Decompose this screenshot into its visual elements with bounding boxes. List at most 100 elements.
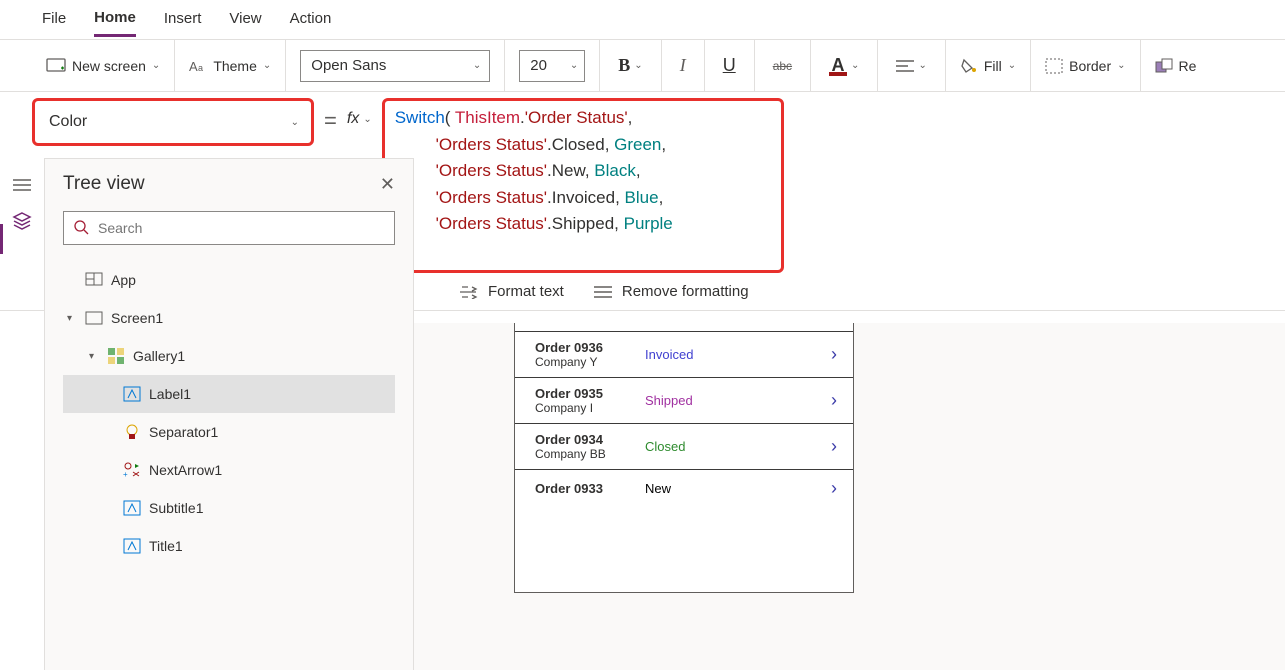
rail-indicator	[0, 224, 3, 254]
tree-label: Title1	[149, 538, 183, 554]
screen-icon	[85, 309, 103, 327]
border-label: Border	[1069, 58, 1111, 74]
tree-item-title1[interactable]: Title1	[63, 527, 395, 565]
tree-item-label1[interactable]: Label1	[63, 375, 395, 413]
tree-label: Separator1	[149, 424, 218, 440]
chevron-right-icon[interactable]: ›	[831, 478, 837, 499]
close-icon[interactable]: ✕	[380, 174, 395, 195]
font-size-value: 20	[530, 57, 547, 74]
order-title: Order 0934	[535, 432, 645, 447]
order-title: Order 0935	[535, 386, 645, 401]
align-button[interactable]: ⌄	[892, 59, 930, 73]
tree-item-nextarrow1[interactable]: + NextArrow1	[63, 451, 395, 489]
chevron-right-icon[interactable]: ›	[831, 390, 837, 411]
menu-insert[interactable]: Insert	[164, 10, 202, 35]
layers-icon[interactable]	[12, 212, 32, 230]
svg-text:a: a	[198, 63, 203, 73]
tree-item-gallery1[interactable]: ▾ Gallery1	[63, 337, 395, 375]
property-select[interactable]: Color ⌄	[32, 98, 314, 146]
tree-label: Subtitle1	[149, 500, 203, 516]
fill-icon	[960, 57, 978, 75]
fill-label: Fill	[984, 58, 1002, 74]
label-icon	[123, 499, 141, 517]
fx-icon: fx	[347, 110, 359, 128]
svg-text:+: +	[123, 470, 128, 478]
new-screen-button[interactable]: New screen ⌄	[46, 58, 160, 74]
formula-input[interactable]: Switch( ThisItem.'Order Status', 'Orders…	[382, 98, 784, 273]
theme-button[interactable]: Aa Theme ⌄	[189, 58, 271, 74]
order-company: Company I	[535, 401, 645, 415]
menu-action[interactable]: Action	[290, 10, 332, 35]
canvas: Order 0936Company YInvoiced›Order 0935Co…	[414, 323, 1285, 670]
chevron-down-icon: ⌄	[851, 60, 859, 71]
left-rail	[0, 158, 44, 230]
order-title: Order 0936	[535, 340, 645, 355]
remove-formatting-label: Remove formatting	[622, 283, 749, 300]
chevron-down-icon: ⌄	[634, 60, 642, 71]
gallery-preview: Order 0936Company YInvoiced›Order 0935Co…	[514, 323, 854, 593]
app-icon	[85, 271, 103, 289]
list-item[interactable]: Order 0936Company YInvoiced›	[515, 331, 853, 377]
svg-text:A: A	[189, 59, 198, 74]
list-item[interactable]: Order 0933New›	[515, 469, 853, 507]
tree-panel: Tree view ✕ App ▾ Screen1 ▾ Gallery1 Lab…	[44, 158, 414, 670]
list-item[interactable]: Order 0935Company IShipped›	[515, 377, 853, 423]
reorder-button[interactable]: Re	[1155, 58, 1197, 74]
reorder-icon	[1155, 58, 1173, 74]
chevron-down-icon: ⌄	[473, 60, 481, 71]
border-icon	[1045, 58, 1063, 74]
caret-down-icon: ▾	[67, 313, 77, 324]
tree-label: Screen1	[111, 310, 163, 326]
label-icon	[123, 537, 141, 555]
order-company: Company BB	[535, 447, 645, 461]
chevron-down-icon: ⌄	[152, 60, 160, 71]
menu-file[interactable]: File	[42, 10, 66, 35]
font-family-select[interactable]: Open Sans ⌄	[300, 50, 490, 82]
font-color-button[interactable]: A ⌄	[825, 56, 863, 76]
underline-button[interactable]: U	[719, 55, 740, 76]
format-text-button[interactable]: Format text	[460, 283, 564, 300]
tree-item-screen1[interactable]: ▾ Screen1	[63, 299, 395, 337]
border-button[interactable]: Border ⌄	[1045, 58, 1125, 74]
remove-formatting-icon	[594, 285, 612, 299]
screen-icon	[46, 58, 66, 74]
order-title: Order 0933	[535, 481, 645, 496]
property-value: Color	[49, 113, 87, 131]
tree-title: Tree view	[63, 173, 145, 195]
tree-item-app[interactable]: App	[63, 261, 395, 299]
search-input[interactable]	[98, 220, 384, 236]
caret-down-icon: ▾	[89, 351, 99, 362]
strikethrough-button[interactable]: abc	[769, 59, 796, 73]
tree-label: NextArrow1	[149, 462, 222, 478]
chevron-right-icon[interactable]: ›	[831, 344, 837, 365]
order-status: Invoiced	[645, 347, 831, 362]
chevron-down-icon: ⌄	[918, 60, 926, 71]
menu-view[interactable]: View	[229, 10, 261, 35]
theme-icon: Aa	[189, 58, 207, 74]
fx-button[interactable]: fx ⌄	[347, 98, 372, 128]
chevron-down-icon: ⌄	[1117, 60, 1125, 71]
order-status: Shipped	[645, 393, 831, 408]
tree-label: Label1	[149, 386, 191, 402]
chevron-down-icon: ⌄	[1008, 60, 1016, 71]
menu-home[interactable]: Home	[94, 9, 136, 37]
label-icon	[123, 385, 141, 403]
new-screen-label: New screen	[72, 58, 146, 74]
italic-button[interactable]: I	[676, 55, 690, 76]
font-size-select[interactable]: 20 ⌄	[519, 50, 585, 82]
hamburger-icon[interactable]	[13, 178, 31, 192]
tree-search[interactable]	[63, 211, 395, 245]
chevron-right-icon[interactable]: ›	[831, 436, 837, 457]
format-text-label: Format text	[488, 283, 564, 300]
tree-label: App	[111, 272, 136, 288]
bold-button[interactable]: B⌄	[614, 55, 646, 76]
tree-item-subtitle1[interactable]: Subtitle1	[63, 489, 395, 527]
nextarrow-icon: +	[123, 461, 141, 479]
chevron-down-icon: ⌄	[570, 60, 578, 71]
remove-formatting-button[interactable]: Remove formatting	[594, 283, 749, 300]
chevron-down-icon: ⌄	[363, 114, 371, 125]
fill-button[interactable]: Fill ⌄	[960, 57, 1016, 75]
list-item[interactable]: Order 0934Company BBClosed›	[515, 423, 853, 469]
tree-item-separator1[interactable]: Separator1	[63, 413, 395, 451]
ribbon: New screen ⌄ Aa Theme ⌄ Open Sans ⌄ 20 ⌄…	[0, 40, 1285, 92]
